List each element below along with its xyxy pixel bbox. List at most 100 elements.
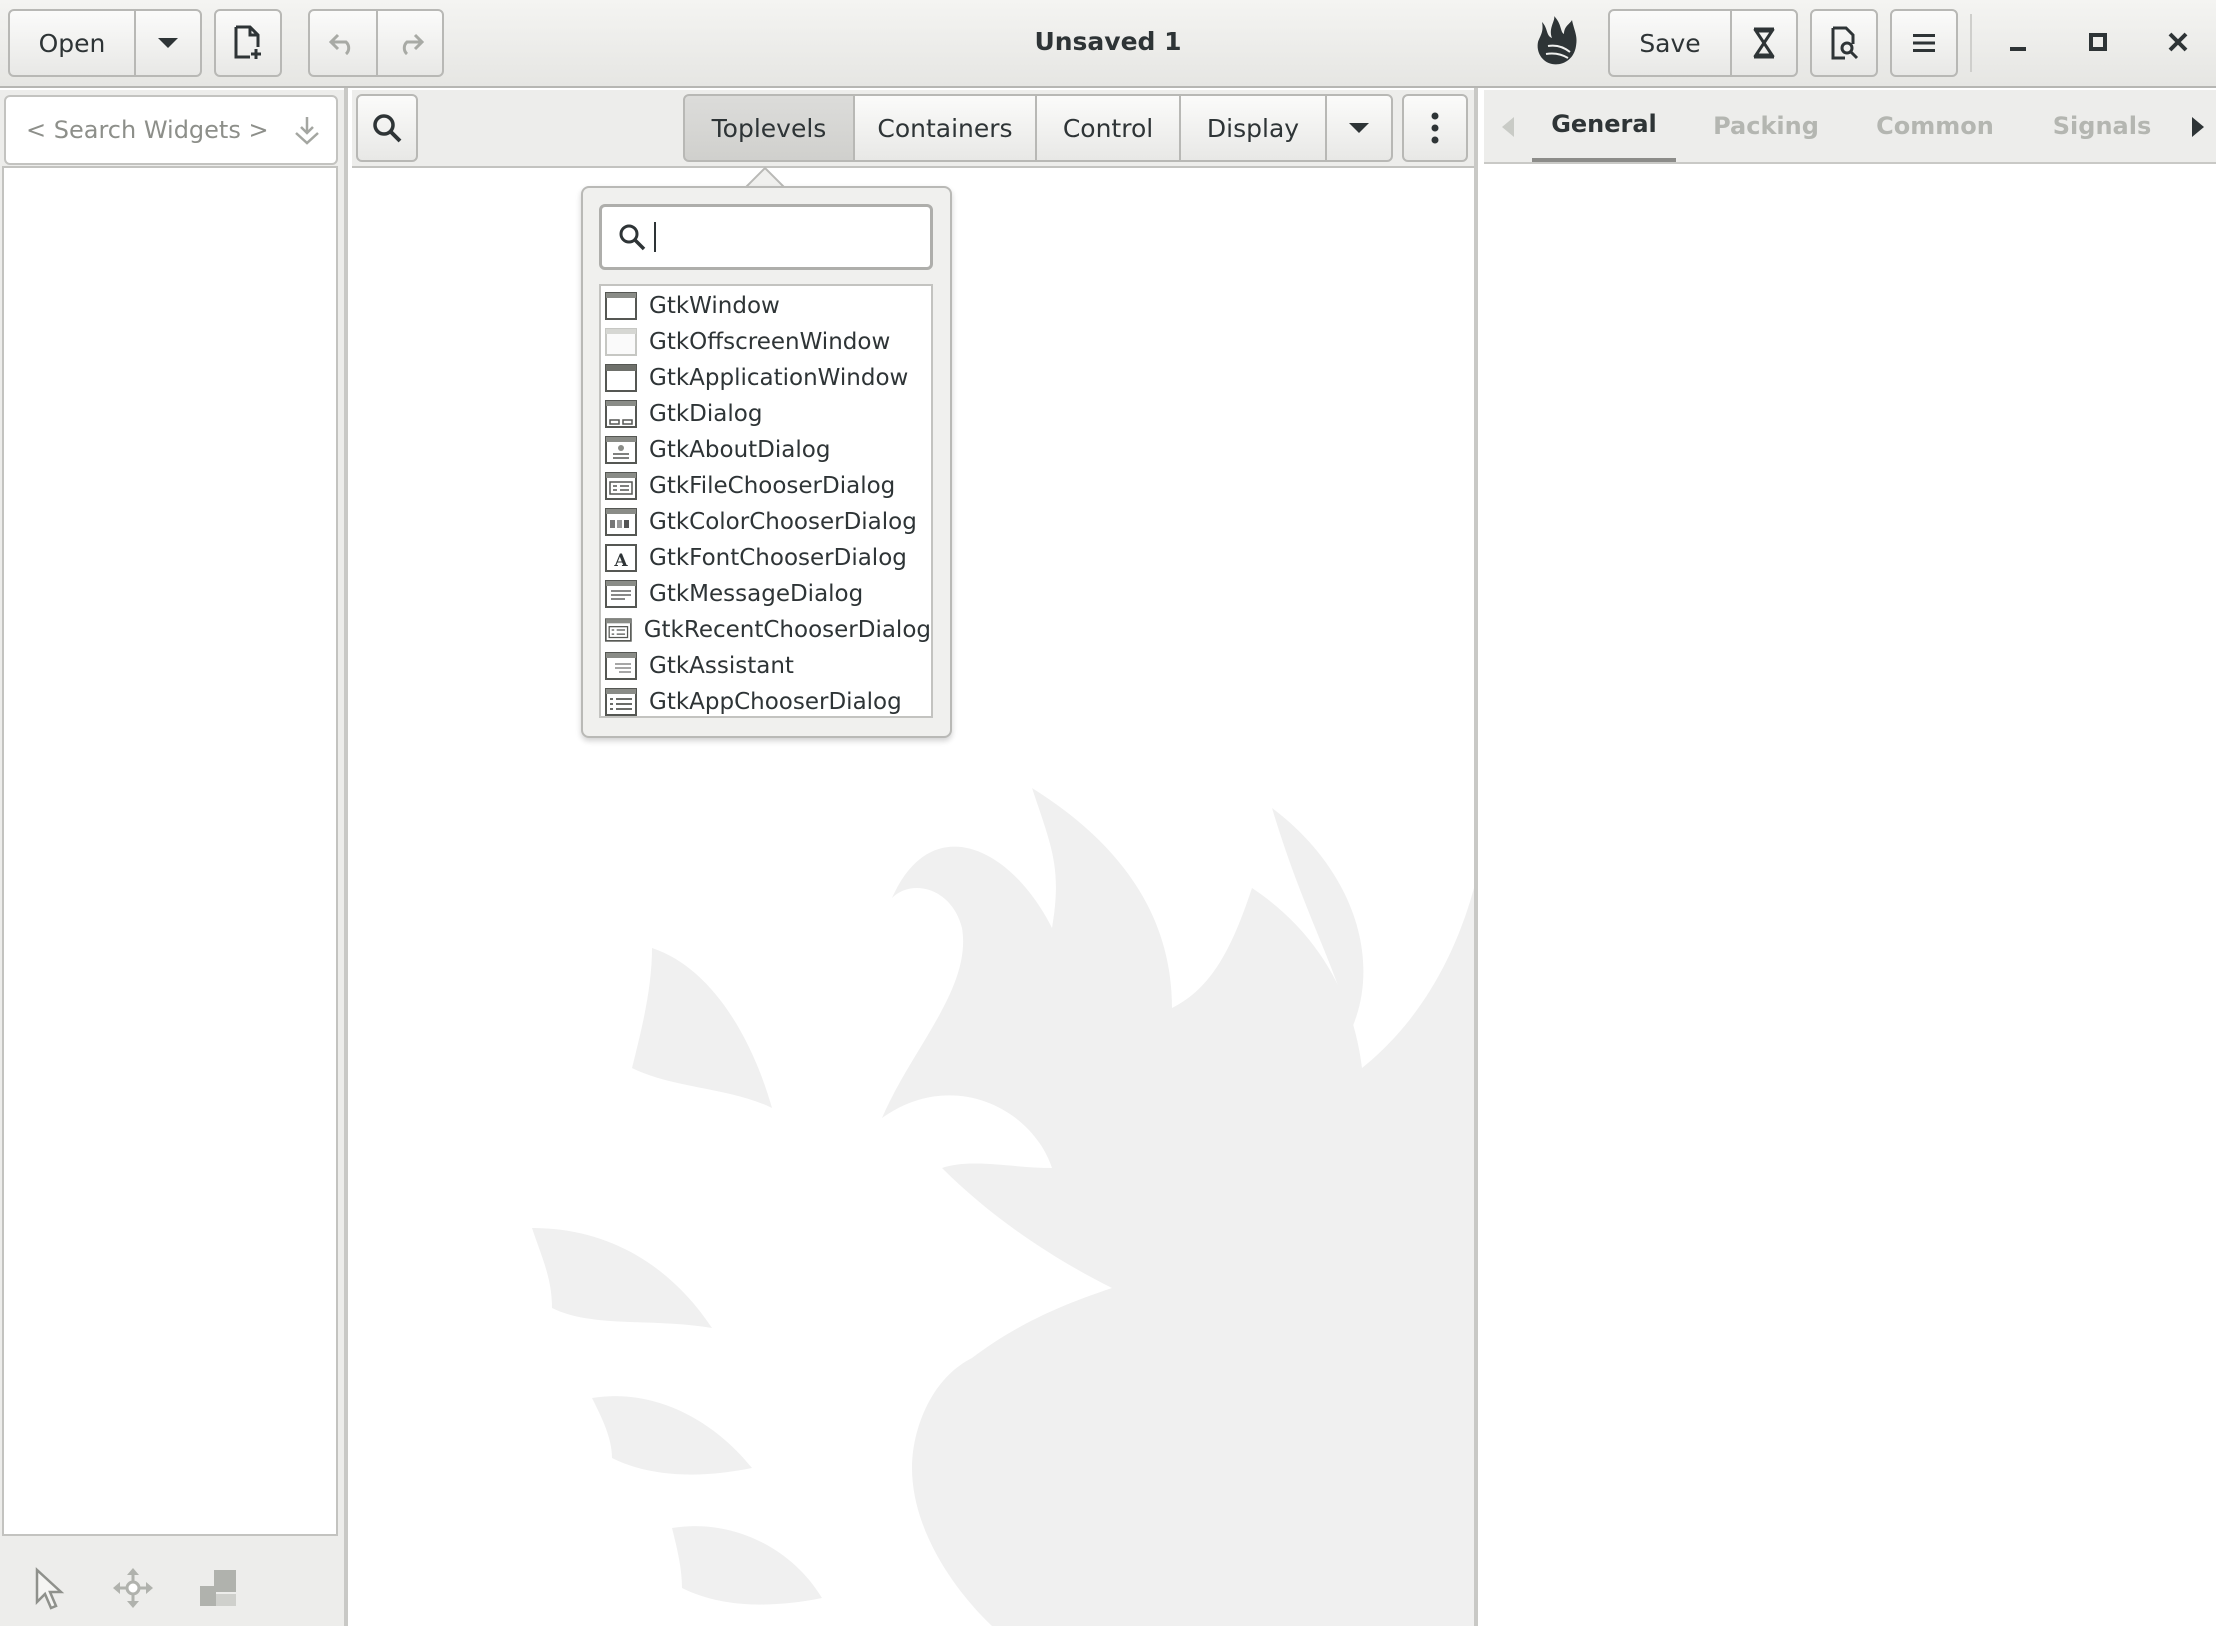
list-item-label: GtkAboutDialog (649, 437, 831, 463)
preview-icon (1831, 26, 1859, 60)
popover-search-input[interactable] (599, 204, 933, 270)
assistant-icon (605, 652, 637, 680)
tab-toplevels[interactable]: Toplevels (683, 94, 855, 162)
palette-more-dropdown[interactable] (1325, 94, 1393, 162)
maximize-button[interactable] (2070, 14, 2126, 70)
list-item-gtkapplicationwindow[interactable]: GtkApplicationWindow (601, 360, 931, 396)
list-item-gtkrecentchooserdialog[interactable]: GtkRecentChooserDialog (601, 612, 931, 648)
new-document-icon (234, 25, 261, 59)
list-item-label: GtkFileChooserDialog (649, 473, 896, 499)
property-editor-panel: General Packing Common Signals (1484, 90, 2216, 1626)
list-item-gtkcolorchooserdialog[interactable]: GtkColorChooserDialog (601, 504, 931, 540)
save-button[interactable]: Save (1608, 9, 1732, 77)
glade-logo-icon (1534, 14, 1580, 68)
application-window-icon (605, 364, 637, 392)
tab-signals-label: Signals (2052, 112, 2152, 140)
panel-separator-right[interactable] (1474, 88, 1478, 1626)
tab-toplevels-label: Toplevels (711, 113, 827, 143)
property-editor-body (1484, 164, 2216, 1626)
undo-icon (328, 33, 351, 55)
list-item-gtkoffscreenwindow[interactable]: GtkOffscreenWindow (601, 324, 931, 360)
margin-edit-mode-icon (200, 1570, 236, 1606)
window-icon (605, 292, 637, 320)
tab-containers[interactable]: Containers (853, 94, 1037, 162)
tab-containers-label: Containers (877, 113, 1013, 143)
palette-search-button[interactable] (356, 94, 418, 162)
palette-options-button[interactable] (1402, 94, 1468, 162)
widget-tree-panel: < Search Widgets > (0, 90, 344, 1626)
list-item-gtkwindow[interactable]: GtkWindow (601, 288, 931, 324)
tab-packing[interactable]: Packing (1698, 90, 1834, 162)
tab-scroll-right-icon[interactable] (2186, 114, 2210, 140)
window-title: Unsaved 1 (1034, 26, 1182, 56)
popover-arrow (745, 166, 785, 188)
tab-common[interactable]: Common (1860, 90, 2010, 162)
about-dialog-icon (605, 436, 637, 464)
header-separator (1970, 14, 1972, 72)
list-item-gtkappchooserdialog[interactable]: GtkAppChooserDialog (601, 684, 931, 720)
redo-icon (402, 33, 425, 55)
tab-scroll-left-icon[interactable] (1496, 114, 1520, 140)
property-editor-tabs: General Packing Common Signals (1484, 90, 2216, 164)
redo-button[interactable] (376, 9, 444, 77)
text-caret (654, 222, 656, 252)
list-item-label: GtkFontChooserDialog (649, 545, 907, 571)
chevron-down-icon (1349, 123, 1369, 133)
list-item-gtkfontchooserdialog[interactable]: A GtkFontChooserDialog (601, 540, 931, 576)
list-item-gtkaboutdialog[interactable]: GtkAboutDialog (601, 432, 931, 468)
tab-general-label: General (1551, 110, 1657, 138)
save-button-label: Save (1639, 28, 1701, 58)
tab-display[interactable]: Display (1179, 94, 1327, 162)
tab-packing-label: Packing (1713, 112, 1819, 140)
minimize-icon (2010, 47, 2026, 51)
select-mode-button[interactable] (22, 1562, 74, 1614)
list-item-label: GtkAppChooserDialog (649, 689, 902, 715)
preview-button[interactable] (1810, 9, 1878, 77)
maximize-icon (2089, 33, 2107, 51)
tab-signals[interactable]: Signals (2032, 90, 2172, 162)
widget-tree-view[interactable] (2, 166, 338, 1536)
new-button[interactable] (214, 9, 282, 77)
svg-text:A: A (613, 551, 628, 571)
recent-chooser-dialog-icon (605, 618, 632, 642)
tab-general[interactable]: General (1532, 90, 1676, 162)
margin-edit-mode-button[interactable] (192, 1562, 244, 1614)
list-item-gtkmessagedialog[interactable]: GtkMessageDialog (601, 576, 931, 612)
list-item-label: GtkColorChooserDialog (649, 509, 917, 535)
search-widgets-input[interactable]: < Search Widgets > (4, 95, 338, 165)
palette-toolbar: Toplevels Containers Control Display (352, 90, 1474, 168)
export-button[interactable] (1730, 9, 1798, 77)
color-chooser-dialog-icon (605, 508, 637, 536)
search-icon (619, 224, 646, 251)
open-button[interactable]: Open (8, 9, 136, 77)
close-button[interactable] (2150, 14, 2206, 70)
open-recent-dropdown-button[interactable] (134, 9, 202, 77)
list-item-label: GtkOffscreenWindow (649, 329, 891, 355)
vertical-ellipsis-icon (1431, 112, 1439, 144)
minimize-button[interactable] (1990, 14, 2046, 70)
pointer-mode-icon (35, 1567, 65, 1610)
list-item-label: GtkWindow (649, 293, 780, 319)
toplevels-popover: GtkWindow GtkOffscreenWindow GtkApplicat… (581, 186, 952, 738)
list-item-gtkfilechooserdialog[interactable]: GtkFileChooserDialog (601, 468, 931, 504)
toplevel-widget-list: GtkWindow GtkOffscreenWindow GtkApplicat… (599, 284, 933, 718)
list-item-gtkdialog[interactable]: GtkDialog (601, 396, 931, 432)
message-dialog-icon (605, 580, 637, 608)
hamburger-menu-icon (1913, 34, 1935, 52)
list-item-label: GtkDialog (649, 401, 763, 427)
export-icon (1753, 27, 1775, 59)
dialog-icon (605, 400, 637, 428)
font-chooser-dialog-icon: A (605, 544, 637, 572)
list-item-label: GtkMessageDialog (649, 581, 864, 607)
list-item-label: GtkRecentChooserDialog (643, 617, 931, 643)
list-item-gtkassistant[interactable]: GtkAssistant (601, 648, 931, 684)
main-menu-button[interactable] (1890, 9, 1958, 77)
header-bar: Open Unsaved 1 Save (0, 0, 2216, 88)
drag-resize-mode-button[interactable] (107, 1562, 159, 1614)
list-item-label: GtkAssistant (649, 653, 794, 679)
file-chooser-dialog-icon (605, 472, 637, 500)
undo-button[interactable] (308, 9, 378, 77)
tab-control[interactable]: Control (1035, 94, 1181, 162)
app-chooser-dialog-icon (605, 688, 637, 716)
panel-separator-left[interactable] (344, 88, 348, 1626)
